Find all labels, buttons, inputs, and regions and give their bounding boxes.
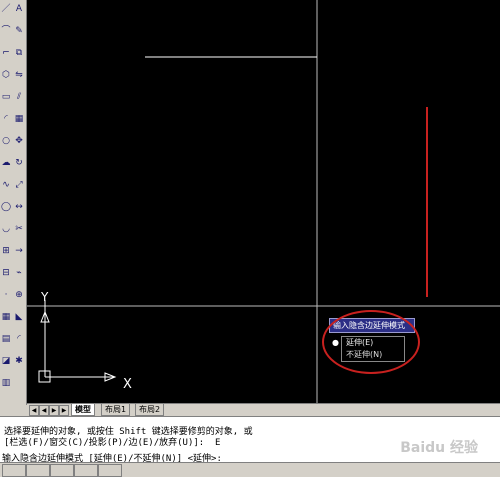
spline-icon[interactable]: ∿ [0,179,12,191]
region-icon[interactable]: ◪ [0,355,12,367]
option-no-extend-label: 不延伸(N) [346,350,383,359]
tab-model[interactable]: 模型 [71,404,95,416]
scale-icon[interactable]: ⤢ [13,179,25,191]
popup-prompt-title: 输入隐含边延伸模式 [329,318,415,333]
canvas-svg: Y X [27,0,500,403]
fillet-icon[interactable]: ◜ [13,333,25,345]
stretch-icon[interactable]: ↔ [13,201,25,213]
layout-tab-bar: ◀ ◀ ▶ ▶ 模型 布局1 布局2 [27,403,500,416]
status-cell-3[interactable] [50,464,74,477]
explode-icon[interactable]: ✱ [13,355,25,367]
status-cell-2[interactable] [26,464,50,477]
trim-icon[interactable]: ✂ [13,223,25,235]
status-bar [0,462,500,477]
ucs-x-label: X [123,377,132,392]
popup-options-menu: ● 延伸(E) 不延伸(N) [332,336,405,362]
option-extend[interactable]: ● 延伸(E) [332,337,404,349]
rectangle-icon[interactable]: ▭ [0,91,12,103]
revcloud-icon[interactable]: ☁ [0,157,12,169]
option-extend-label: 延伸(E) [346,338,374,347]
hatch-icon[interactable]: ▦ [0,311,12,323]
status-cell-5[interactable] [98,464,122,477]
ucs-y-label: Y [40,290,49,304]
gradient-icon[interactable]: ▤ [0,333,12,345]
tab-nav-last-icon[interactable]: ▶ [59,405,69,416]
tab-nav-first-icon[interactable]: ◀ [29,405,39,416]
polygon-icon[interactable]: ⬡ [0,69,12,81]
copy-icon[interactable]: ⧉ [13,47,25,59]
offset-icon[interactable]: ⫽ [13,91,25,103]
tab-layout1[interactable]: 布局1 [101,404,131,416]
erase-icon[interactable]: ✎ [13,25,25,37]
mtext-icon[interactable]: A [13,3,25,15]
dynamic-input-popup: 输入隐含边延伸模式 ● 延伸(E) 不延伸(N) [329,318,415,362]
status-cell-4[interactable] [74,464,98,477]
point-icon[interactable]: · [0,289,12,301]
pline-icon[interactable]: ⌐ [0,47,12,59]
tab-nav-next-icon[interactable]: ▶ [49,405,59,416]
tab-nav-prev-icon[interactable]: ◀ [39,405,49,416]
rotate-icon[interactable]: ↻ [13,157,25,169]
ucs-icon [38,300,117,383]
baidu-watermark: Baidu 经验 [400,440,478,456]
command-history-line2: [栏选(F)/窗交(C)/投影(P)/边(E)/放弃(U)]: E [4,438,221,448]
ellipse-arc-icon[interactable]: ◡ [0,223,12,235]
array-icon[interactable]: ▦ [13,113,25,125]
make-block-icon[interactable]: ⊟ [0,267,12,279]
break-icon[interactable]: ⌁ [13,267,25,279]
selected-bullet-icon: ● [332,338,339,347]
tab-layout2[interactable]: 布局2 [135,404,165,416]
status-cell-1[interactable] [2,464,26,477]
ellipse-icon[interactable]: ◯ [0,201,12,213]
table-icon[interactable]: ▥ [0,377,12,389]
option-no-extend[interactable]: 不延伸(N) [342,349,404,361]
move-icon[interactable]: ✥ [13,135,25,147]
chamfer-icon[interactable]: ◣ [13,311,25,323]
mirror-icon[interactable]: ⇋ [13,69,25,81]
insert-block-icon[interactable]: ⊞ [0,245,12,257]
circle-icon[interactable]: ○ [0,135,12,147]
polyline-icon[interactable]: ⌒ [0,25,12,37]
command-history-line1: 选择要延伸的对象, 或按住 Shift 键选择要修剪的对象, 或 [4,427,253,437]
join-icon[interactable]: ⊕ [13,289,25,301]
drawing-canvas[interactable]: Y X [27,0,500,403]
line-icon[interactable]: ／ [0,3,12,15]
arc-icon[interactable]: ◜ [0,113,12,125]
extend-icon[interactable]: → [13,245,25,257]
